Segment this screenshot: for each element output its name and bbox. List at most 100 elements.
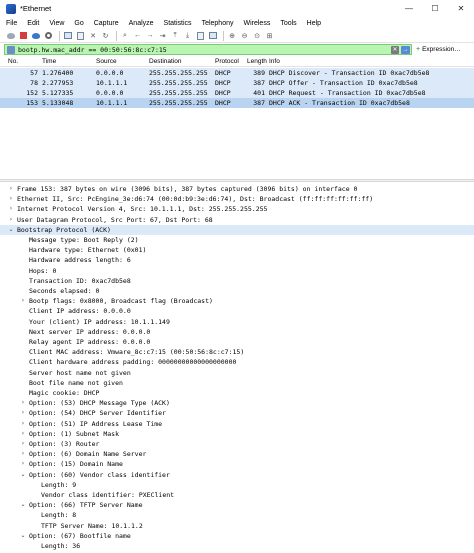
- display-filter-text[interactable]: bootp.hw.mac_addr == 00:50:56:8c:c7:15: [18, 46, 167, 54]
- expand-arrow-icon[interactable]: ›: [20, 419, 26, 429]
- packet-row[interactable]: 152 5.127335 0.0.0.0 255.255.255.255 DHCP 401…: [0, 88, 474, 98]
- column-header-protocol[interactable]: Protocol: [215, 58, 239, 65]
- detail-tree-row[interactable]: Client IP address: 0.0.0.0: [0, 306, 474, 316]
- detail-tree-row[interactable]: ⌄ Option: (60) Vendor class identifier: [0, 470, 474, 480]
- expand-arrow-icon[interactable]: ›: [20, 429, 26, 439]
- detail-tree-row[interactable]: Server host name not given: [0, 368, 474, 378]
- resize-columns-button[interactable]: ⊞: [265, 31, 275, 41]
- detail-tree-row[interactable]: Client MAC address: Vmware_8c:c7:15 (00:…: [0, 347, 474, 357]
- go-back-button[interactable]: ←: [133, 31, 143, 41]
- detail-tree-row[interactable]: › Frame 153: 387 bytes on wire (3096 bits…: [0, 184, 474, 194]
- detail-tree-row[interactable]: TFTP Server Name: 10.1.1.2: [0, 521, 474, 531]
- bookmark-icon[interactable]: [7, 45, 15, 54]
- expand-arrow-icon[interactable]: ›: [20, 459, 26, 469]
- collapse-arrow-icon[interactable]: ⌄: [20, 470, 26, 480]
- menu-capture[interactable]: Capture: [94, 20, 119, 27]
- menu-view[interactable]: View: [49, 20, 64, 27]
- reload-file-button[interactable]: ↻: [101, 31, 111, 41]
- collapse-arrow-icon[interactable]: ⌄: [8, 225, 14, 235]
- detail-tree-row[interactable]: › Option: (53) DHCP Message Type (ACK): [0, 398, 474, 408]
- menu-analyze[interactable]: Analyze: [129, 20, 154, 27]
- menu-file[interactable]: File: [6, 20, 17, 27]
- capture-options-button[interactable]: [44, 31, 54, 41]
- menu-telephony[interactable]: Telephony: [202, 20, 234, 27]
- expand-arrow-icon[interactable]: ›: [8, 215, 14, 225]
- expression-button[interactable]: + Expression…: [416, 46, 461, 53]
- menu-go[interactable]: Go: [74, 20, 83, 27]
- detail-tree-row[interactable]: › Option: (54) DHCP Server Identifier: [0, 408, 474, 418]
- expand-arrow-icon[interactable]: ›: [8, 204, 14, 214]
- detail-tree-row[interactable]: › Bootp flags: 0x8000, Broadcast flag (Br…: [0, 296, 474, 306]
- menu-edit[interactable]: Edit: [27, 20, 39, 27]
- detail-tree-row[interactable]: Next server IP address: 0.0.0.0: [0, 327, 474, 337]
- maximize-button[interactable]: ☐: [422, 0, 448, 17]
- detail-tree-row[interactable]: Hops: 0: [0, 266, 474, 276]
- column-header-no[interactable]: No.: [8, 58, 18, 65]
- detail-tree-row[interactable]: Length: 36: [0, 541, 474, 551]
- detail-tree-row[interactable]: Seconds elapsed: 0: [0, 286, 474, 296]
- column-header-time[interactable]: Time: [42, 58, 56, 65]
- close-file-button[interactable]: ✕: [88, 31, 98, 41]
- packet-row[interactable]: 57 1.276400 0.0.0.0 255.255.255.255 DHCP 389 D…: [0, 68, 474, 78]
- column-header-length[interactable]: Length: [247, 58, 267, 65]
- column-header-source[interactable]: Source: [96, 58, 117, 65]
- collapse-arrow-icon[interactable]: ⌄: [20, 500, 26, 510]
- last-packet-button[interactable]: ⤓: [183, 31, 193, 41]
- colorize-button[interactable]: [208, 31, 218, 41]
- minimize-button[interactable]: —: [396, 0, 422, 17]
- menu-help[interactable]: Help: [307, 20, 321, 27]
- detail-tree-row[interactable]: Magic cookie: DHCP: [0, 388, 474, 398]
- column-header-destination[interactable]: Destination: [149, 58, 182, 65]
- expand-arrow-icon[interactable]: ›: [20, 296, 26, 306]
- first-packet-button[interactable]: ⤒: [170, 31, 180, 41]
- clear-filter-button[interactable]: ✕: [391, 46, 399, 54]
- detail-tree-row[interactable]: › Option: (51) IP Address Lease Time: [0, 419, 474, 429]
- go-to-packet-button[interactable]: ⇥: [158, 31, 168, 41]
- expand-arrow-icon[interactable]: ›: [20, 439, 26, 449]
- zoom-in-button[interactable]: ⊕: [227, 31, 237, 41]
- start-capture-button[interactable]: [6, 31, 16, 41]
- packet-row[interactable]: 153 5.133048 10.1.1.1 255.255.255.255 DHCP 38…: [0, 98, 474, 108]
- expand-arrow-icon[interactable]: ›: [8, 194, 14, 204]
- detail-tree-row[interactable]: › Internet Protocol Version 4, Src: 10.1.…: [0, 204, 474, 214]
- zoom-out-button[interactable]: ⊖: [240, 31, 250, 41]
- packet-row[interactable]: 78 2.277953 10.1.1.1 255.255.255.255 DHCP 387…: [0, 78, 474, 88]
- detail-tree-row[interactable]: › Option: (15) Domain Name: [0, 459, 474, 469]
- detail-tree-row[interactable]: Vendor class identifier: PXEClient: [0, 490, 474, 500]
- detail-tree-row[interactable]: Boot file name not given: [0, 378, 474, 388]
- detail-tree-row[interactable]: Message type: Boot Reply (2): [0, 235, 474, 245]
- detail-tree-row[interactable]: ⌄ Option: (66) TFTP Server Name: [0, 500, 474, 510]
- find-packet-button[interactable]: ⌕: [120, 31, 130, 41]
- detail-tree-row[interactable]: Your (client) IP address: 10.1.1.149: [0, 317, 474, 327]
- detail-tree-row[interactable]: › Option: (1) Subnet Mask: [0, 429, 474, 439]
- menu-wireless[interactable]: Wireless: [243, 20, 270, 27]
- detail-tree-row[interactable]: Hardware address length: 6: [0, 255, 474, 265]
- detail-tree-row[interactable]: Length: 8: [0, 510, 474, 520]
- detail-tree-row[interactable]: Transaction ID: 0xac7db5e8: [0, 276, 474, 286]
- detail-tree-row[interactable]: Length: 9: [0, 480, 474, 490]
- restart-capture-button[interactable]: [31, 31, 41, 41]
- expand-arrow-icon[interactable]: ›: [8, 184, 14, 194]
- expand-arrow-icon[interactable]: ›: [20, 449, 26, 459]
- expand-arrow-icon[interactable]: ›: [20, 408, 26, 418]
- menu-tools[interactable]: Tools: [280, 20, 296, 27]
- save-file-button[interactable]: [76, 31, 86, 41]
- detail-tree-row[interactable]: › Option: (3) Router: [0, 439, 474, 449]
- detail-tree-row[interactable]: › Ethernet II, Src: PcEngine_3e:d6:74 (00…: [0, 194, 474, 204]
- collapse-arrow-icon[interactable]: ⌄: [20, 531, 26, 541]
- detail-tree-row[interactable]: ⌄ Bootstrap Protocol (ACK): [0, 224, 474, 235]
- zoom-normal-button[interactable]: ⊙: [252, 31, 262, 41]
- go-forward-button[interactable]: →: [145, 31, 155, 41]
- detail-tree-row[interactable]: Client hardware address padding: 0000000…: [0, 357, 474, 367]
- close-button[interactable]: ✕: [448, 0, 474, 17]
- open-file-button[interactable]: [63, 31, 73, 41]
- detail-tree-row[interactable]: Relay agent IP address: 0.0.0.0: [0, 337, 474, 347]
- detail-tree-row[interactable]: › User Datagram Protocol, Src Port: 67, D…: [0, 215, 474, 225]
- detail-tree-row[interactable]: ⌄ Option: (67) Bootfile name: [0, 531, 474, 541]
- expand-arrow-icon[interactable]: ›: [20, 398, 26, 408]
- detail-tree-row[interactable]: Hardware type: Ethernet (0x01): [0, 245, 474, 255]
- display-filter-input[interactable]: bootp.hw.mac_addr == 00:50:56:8c:c7:15 ✕…: [4, 44, 412, 55]
- menu-statistics[interactable]: Statistics: [164, 20, 192, 27]
- autoscroll-button[interactable]: [195, 31, 205, 41]
- stop-capture-button[interactable]: [19, 31, 29, 41]
